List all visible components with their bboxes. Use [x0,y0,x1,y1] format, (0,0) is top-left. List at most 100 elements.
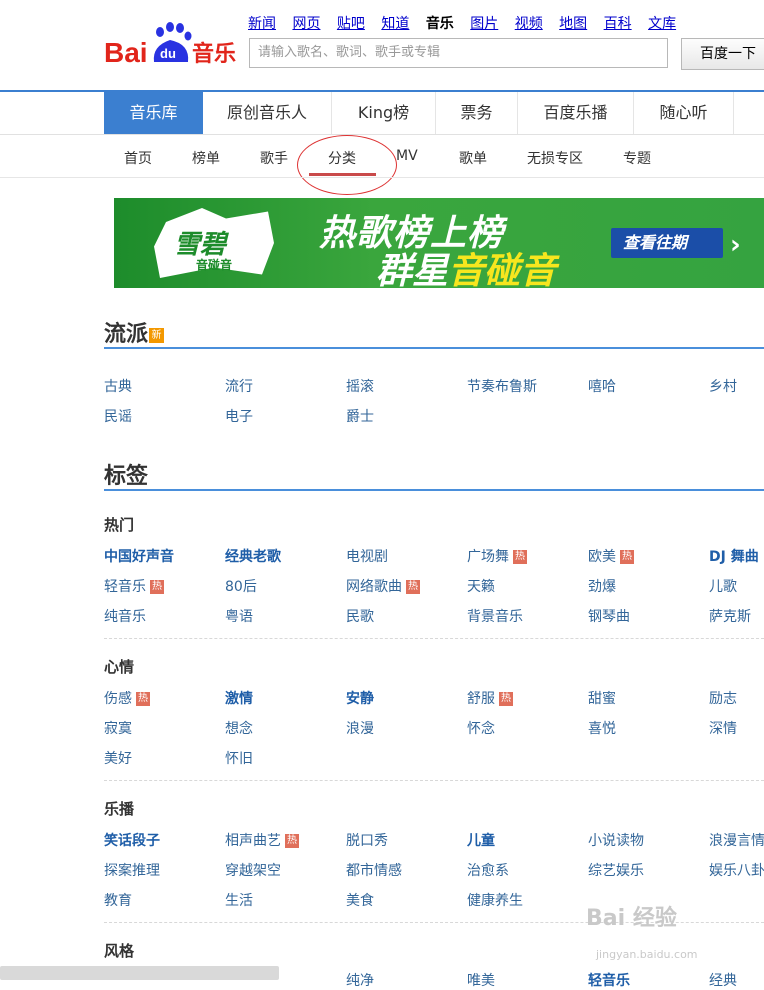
top-nav-tieba[interactable]: 贴吧 [337,16,365,32]
tag-link[interactable]: 综艺娱乐 [588,860,644,880]
tag-link[interactable]: 甜蜜 [588,688,616,708]
tag-link[interactable]: 励志 [709,688,737,708]
search-placeholder: 请输入歌名、歌词、歌手或专辑 [258,45,441,60]
tag-link[interactable]: 经典 [709,970,737,990]
tag-link[interactable]: 穿越架空 [225,860,281,880]
sub-nav-bottom-border [0,177,764,178]
tag-link[interactable]: 小说读物 [588,830,644,850]
tag-link[interactable]: 浪漫言情 [709,830,764,850]
top-nav-wenku[interactable]: 文库 [648,16,676,32]
banner-brand-sub: 音碰音 [196,258,233,272]
tag-link[interactable]: 治愈系 [467,860,509,880]
tag-link[interactable]: 唯美 [467,970,495,990]
tag-link[interactable]: 电视剧 [346,546,388,566]
top-nav-zhidao[interactable]: 知道 [381,16,409,32]
main-nav-music-library[interactable]: 音乐库 [104,92,203,134]
hot-badge: 热 [150,580,164,594]
tag-link[interactable]: DJ 舞曲 [709,546,759,566]
sub-nav-lossless[interactable]: 无损专区 [527,148,583,168]
tag-link[interactable]: 安静 [346,688,374,708]
tag-link[interactable]: 喜悦 [588,718,616,738]
tag-link[interactable]: 脱口秀 [346,830,388,850]
genre-rnb[interactable]: 节奏布鲁斯 [467,376,537,396]
tag-link[interactable]: 钢琴曲 [588,606,630,626]
tag-link[interactable]: 伤感热 [104,688,150,708]
tag-link[interactable]: 纯净 [346,970,374,990]
genre-electronic[interactable]: 电子 [225,406,253,426]
sub-nav-home[interactable]: 首页 [124,148,152,168]
main-nav-tickets[interactable]: 票务 [436,92,518,134]
tag-link[interactable]: 美好 [104,748,132,768]
genre-folk[interactable]: 民谣 [104,406,132,426]
tag-link[interactable]: 激情 [225,688,253,708]
tag-link[interactable]: 纯音乐 [104,606,146,626]
tag-link[interactable]: 萨克斯 [709,606,751,626]
tag-link[interactable]: 舒服热 [467,688,513,708]
top-nav-map[interactable]: 地图 [559,16,587,32]
main-nav-king-chart[interactable]: King榜 [332,92,436,134]
tag-link[interactable]: 中国好声音 [104,546,174,566]
baidu-music-logo[interactable]: Bai du 音乐 [104,22,240,68]
top-nav-news[interactable]: 新闻 [248,16,276,32]
tag-link[interactable]: 轻音乐热 [104,576,164,596]
promo-banner[interactable]: 雪碧 音碰音 热歌榜上榜 群星音碰音 查看往期 › [114,198,764,288]
top-nav-baike[interactable]: 百科 [604,16,632,32]
tag-link[interactable]: 天籁 [467,576,495,596]
main-nav-original-musician[interactable]: 原创音乐人 [203,92,332,134]
tag-link[interactable]: 欧美热 [588,546,634,566]
tag-link[interactable]: 想念 [225,718,253,738]
tag-link[interactable]: 都市情感 [346,860,402,880]
tag-label: 广场舞 [467,549,509,565]
sub-nav-topics[interactable]: 专题 [623,148,651,168]
sub-nav-charts[interactable]: 榜单 [192,148,220,168]
search-button[interactable]: 百度一下 [681,38,764,70]
tag-link[interactable]: 网络歌曲热 [346,576,420,596]
top-nav-music[interactable]: 音乐 [426,16,454,32]
tag-link[interactable]: 粤语 [225,606,253,626]
tag-link[interactable]: 探案推理 [104,860,160,880]
banner-cta-button[interactable]: 查看往期 [611,228,723,258]
main-nav-suixinting[interactable]: 随心听 [634,92,734,134]
genre-jazz[interactable]: 爵士 [346,406,374,426]
tag-link[interactable]: 生活 [225,890,253,910]
tag-link[interactable]: 儿歌 [709,576,737,596]
genre-pop[interactable]: 流行 [225,376,253,396]
tag-link[interactable]: 娱乐八卦 [709,860,764,880]
tag-link[interactable]: 轻音乐 [588,970,630,990]
hot-badge: 热 [406,580,420,594]
tag-link[interactable]: 儿童 [467,830,495,850]
tag-link[interactable]: 怀旧 [225,748,253,768]
search-input[interactable]: 请输入歌名、歌词、歌手或专辑 [249,38,668,68]
tag-link[interactable]: 浪漫 [346,718,374,738]
tag-link[interactable]: 笑话段子 [104,830,160,850]
top-nav-images[interactable]: 图片 [470,16,498,32]
genre-section-title: 流派新 [104,316,165,348]
sub-nav-singers[interactable]: 歌手 [260,148,288,168]
group-title-mood: 心情 [104,658,135,676]
genre-hiphop[interactable]: 嘻哈 [588,376,616,396]
sub-nav-mv[interactable]: MV [396,148,418,164]
tag-link[interactable]: 深情 [709,718,737,738]
tag-link[interactable]: 怀念 [467,718,495,738]
tag-link[interactable]: 劲爆 [588,576,616,596]
tag-link[interactable]: 健康养生 [467,890,523,910]
tag-link[interactable]: 80后 [225,576,257,596]
horizontal-scrollbar[interactable] [0,966,279,980]
tag-link[interactable]: 美食 [346,890,374,910]
genre-section-divider [104,347,764,349]
genre-country[interactable]: 乡村 [709,376,737,396]
tag-link[interactable]: 寂寞 [104,718,132,738]
tag-link[interactable]: 教育 [104,890,132,910]
genre-rock[interactable]: 摇滚 [346,376,374,396]
tag-link[interactable]: 背景音乐 [467,606,523,626]
genre-classical[interactable]: 古典 [104,376,132,396]
top-nav-video[interactable]: 视频 [515,16,543,32]
top-nav-web[interactable]: 网页 [292,16,320,32]
tag-link[interactable]: 广场舞热 [467,546,527,566]
hot-badge: 热 [136,692,150,706]
sub-nav-playlists[interactable]: 歌单 [459,148,487,168]
main-nav-baidu-lebo[interactable]: 百度乐播 [518,92,634,134]
tag-link[interactable]: 相声曲艺热 [225,830,299,850]
tag-link[interactable]: 民歌 [346,606,374,626]
tag-link[interactable]: 经典老歌 [225,546,281,566]
